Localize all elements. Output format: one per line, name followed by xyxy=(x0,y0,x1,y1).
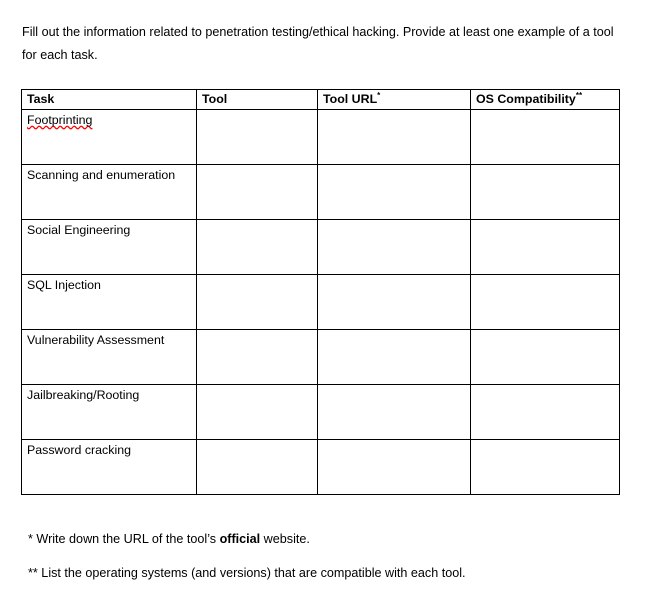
task-label-footprinting: Footprinting xyxy=(27,113,93,127)
document-page: Fill out the information related to pene… xyxy=(0,0,652,604)
column-header-tool-url-label: Tool URL xyxy=(323,92,378,106)
intro-paragraph: Fill out the information related to pene… xyxy=(22,24,614,62)
cell-tool-url[interactable] xyxy=(317,329,471,385)
cell-task: Footprinting xyxy=(21,109,197,165)
cell-tool-url[interactable] xyxy=(317,219,471,275)
footnote-bold-text: official xyxy=(219,531,261,546)
cell-os-compatibility[interactable] xyxy=(470,109,620,165)
cell-task: Scanning and enumeration xyxy=(21,164,197,220)
column-header-os-compatibility-label: OS Compatibility xyxy=(476,92,576,106)
table-row: Social Engineering xyxy=(21,219,620,275)
cell-tool-url[interactable] xyxy=(317,109,471,165)
cell-tool[interactable] xyxy=(196,274,318,330)
table-row: Jailbreaking/Rooting xyxy=(21,384,620,440)
cell-tool[interactable] xyxy=(196,439,318,495)
column-header-tool-label: Tool xyxy=(202,92,228,106)
table-row: Footprinting xyxy=(21,109,620,165)
column-header-tool-url: Tool URL* xyxy=(317,89,471,110)
cell-tool[interactable] xyxy=(196,219,318,275)
cell-tool[interactable] xyxy=(196,329,318,385)
column-header-os-compatibility: OS Compatibility** xyxy=(470,89,620,110)
footnote-marker: ** xyxy=(28,565,38,580)
footnote-text-before: List the operating systems (and versions… xyxy=(37,565,466,580)
cell-task: Social Engineering xyxy=(21,219,197,275)
cell-os-compatibility[interactable] xyxy=(470,219,620,275)
cell-task: Vulnerability Assessment xyxy=(21,329,197,385)
footnote-double-asterisk: ** List the operating systems (and versi… xyxy=(28,565,618,582)
cell-tool[interactable] xyxy=(196,164,318,220)
cell-task: Jailbreaking/Rooting xyxy=(21,384,197,440)
table-row: Password cracking xyxy=(21,439,620,495)
table-header-row: Task Tool Tool URL* OS Compatibility** xyxy=(21,89,620,110)
task-label-vulnerability-assessment: Vulnerability Assessment xyxy=(27,333,165,347)
cell-os-compatibility[interactable] xyxy=(470,439,620,495)
cell-os-compatibility[interactable] xyxy=(470,329,620,385)
task-label-sql-injection: SQL Injection xyxy=(27,278,101,292)
cell-task: Password cracking xyxy=(21,439,197,495)
task-label-password-cracking: Password cracking xyxy=(27,443,131,457)
cell-task: SQL Injection xyxy=(21,274,197,330)
column-header-tool: Tool xyxy=(196,89,318,110)
column-header-tool-url-marker: * xyxy=(377,90,381,100)
footnotes: * Write down the URL of the tool’s offic… xyxy=(28,518,618,599)
table-row: Vulnerability Assessment xyxy=(21,329,620,385)
footnote-text-after: website. xyxy=(260,531,310,546)
column-header-task: Task xyxy=(21,89,197,110)
table-row: Scanning and enumeration xyxy=(21,164,620,220)
cell-tool-url[interactable] xyxy=(317,439,471,495)
footnote-text-before: Write down the URL of the tool’s xyxy=(32,531,220,546)
cell-os-compatibility[interactable] xyxy=(470,274,620,330)
cell-tool[interactable] xyxy=(196,384,318,440)
cell-os-compatibility[interactable] xyxy=(470,384,620,440)
penetration-testing-table: Task Tool Tool URL* OS Compatibility** F… xyxy=(21,89,620,495)
task-label-scanning-and-enumeration: Scanning and enumeration xyxy=(27,168,176,182)
table-row: SQL Injection xyxy=(21,274,620,330)
cell-os-compatibility[interactable] xyxy=(470,164,620,220)
cell-tool-url[interactable] xyxy=(317,384,471,440)
footnote-single-asterisk: * Write down the URL of the tool’s offic… xyxy=(28,531,618,548)
cell-tool-url[interactable] xyxy=(317,274,471,330)
task-label-jailbreaking-rooting: Jailbreaking/Rooting xyxy=(27,388,140,402)
column-header-task-label: Task xyxy=(27,92,55,106)
task-label-social-engineering: Social Engineering xyxy=(27,223,131,237)
cell-tool-url[interactable] xyxy=(317,164,471,220)
column-header-os-compatibility-marker: ** xyxy=(575,90,583,100)
cell-tool[interactable] xyxy=(196,109,318,165)
